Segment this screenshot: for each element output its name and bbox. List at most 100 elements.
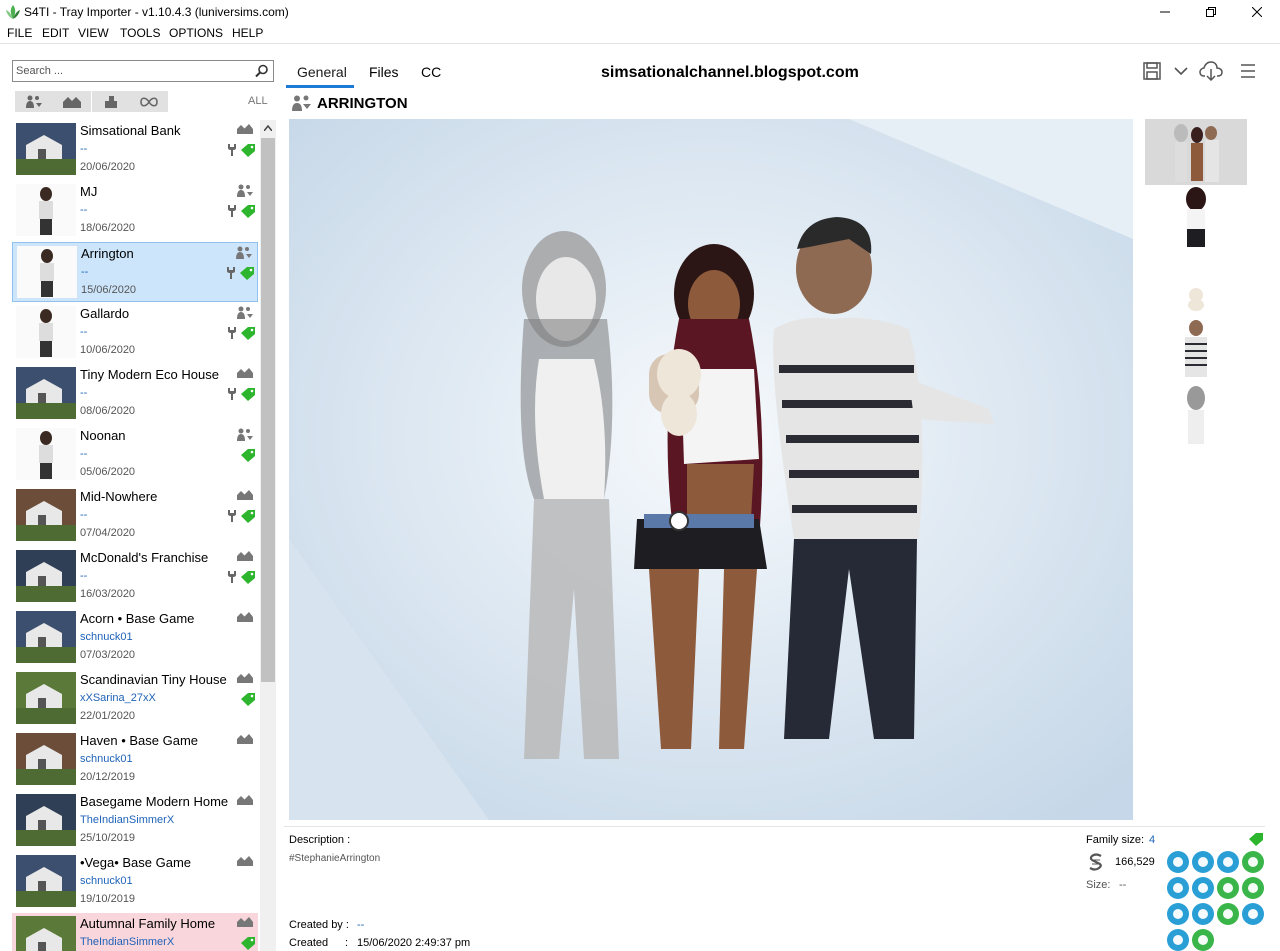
cloud-download-icon[interactable]: [1199, 61, 1223, 81]
thumb-sim-3[interactable]: [1145, 384, 1247, 446]
tray-item-thumbnail: [17, 246, 77, 298]
cc-tag-icon: [1249, 833, 1263, 846]
tray-list-item[interactable]: Mid-Nowhere -- 07/04/2020: [12, 486, 258, 546]
tray-list-item[interactable]: Autumnal Family Home TheIndianSimmerX: [12, 913, 258, 951]
search-box[interactable]: Search ...: [12, 60, 274, 82]
tray-item-date: 18/06/2020: [80, 222, 136, 234]
cc-tag-icon: [241, 449, 255, 462]
household-type-icon: [236, 428, 254, 445]
tray-item-creator[interactable]: --: [80, 326, 87, 338]
rooms-icon: [105, 95, 117, 108]
tray-list-item[interactable]: •Vega• Base Game schnuck01 19/10/2019: [12, 852, 258, 912]
tray-list-item[interactable]: Simsational Bank -- 20/06/2020: [12, 120, 258, 180]
scroll-thumb[interactable]: [261, 138, 275, 682]
tray-list-item[interactable]: Arrington -- 15/06/2020: [12, 242, 258, 302]
simoleon-icon: [1089, 853, 1102, 871]
tray-item-creator[interactable]: --: [80, 143, 87, 155]
title-bar: S4TI - Tray Importer - v1.10.4.3 (lunive…: [0, 0, 1280, 24]
cc-tag-icon: [241, 144, 255, 157]
tray-list-item[interactable]: Haven • Base Game schnuck01 20/12/2019: [12, 730, 258, 790]
filter-all-button[interactable]: [130, 91, 168, 112]
filter-all-label[interactable]: ALL: [248, 95, 268, 107]
save-icon[interactable]: [1142, 61, 1162, 81]
lot-type-icon: [236, 794, 254, 809]
item-status-icons: [240, 692, 256, 706]
sim-thumbnail: [1185, 320, 1207, 377]
family-size-label: Family size:: [1086, 834, 1145, 846]
household-type-icon: [235, 246, 253, 263]
tray-item-creator[interactable]: --: [80, 570, 87, 582]
lotus-pack-icon: [1192, 903, 1214, 925]
menu-help[interactable]: HELP: [232, 26, 263, 40]
thumb-household-group[interactable]: [1145, 119, 1247, 185]
item-status-icons: [225, 266, 255, 280]
tray-item-creator[interactable]: schnuck01: [80, 753, 133, 765]
tools-icon: [228, 388, 236, 400]
tray-list-item[interactable]: Scandinavian Tiny House xXSarina_27xX 22…: [12, 669, 258, 729]
infinity-icon: [140, 96, 158, 107]
tray-item-creator[interactable]: TheIndianSimmerX: [80, 814, 174, 826]
tray-list-item[interactable]: MJ -- 18/06/2020: [12, 181, 258, 241]
tray-item-name: Basegame Modern Home: [80, 794, 229, 809]
filter-lots-button[interactable]: [53, 91, 91, 112]
tray-list-item[interactable]: Gallardo -- 10/06/2020: [12, 303, 258, 363]
item-status-icons: [240, 936, 256, 950]
thumb-sim-1[interactable]: [1145, 187, 1247, 249]
lot-type-icon: [236, 367, 254, 382]
thumb-pet[interactable]: [1145, 283, 1247, 313]
list-scrollbar[interactable]: [260, 120, 276, 951]
cc-tag-icon: [241, 327, 255, 340]
menu-view[interactable]: VIEW: [78, 26, 109, 40]
search-input[interactable]: Search ...: [16, 65, 63, 77]
tray-item-creator[interactable]: schnuck01: [80, 875, 133, 887]
close-button[interactable]: [1234, 0, 1280, 24]
group-pack-icon: [1217, 851, 1239, 873]
search-icon[interactable]: [255, 64, 269, 78]
tray-list-item[interactable]: Basegame Modern Home TheIndianSimmerX 25…: [12, 791, 258, 851]
tray-item-creator[interactable]: --: [80, 509, 87, 521]
tray-list-item[interactable]: Noonan -- 05/06/2020: [12, 425, 258, 485]
tray-item-date: 15/06/2020: [81, 284, 137, 296]
cc-tag-icon: [241, 510, 255, 523]
minimize-button[interactable]: [1142, 0, 1188, 24]
tray-item-name: Arrington: [81, 246, 134, 261]
tray-item-creator[interactable]: --: [80, 387, 87, 399]
tray-item-thumbnail: [16, 428, 76, 480]
tray-item-creator[interactable]: --: [80, 204, 87, 216]
scroll-up-button[interactable]: [260, 120, 276, 136]
tray-item-date: 25/10/2019: [80, 832, 136, 844]
hamburger-menu-icon[interactable]: [1240, 63, 1256, 79]
parenthood-pack-icon: [1217, 877, 1239, 899]
filter-households-button[interactable]: [15, 91, 53, 112]
tray-item-creator[interactable]: schnuck01: [80, 631, 133, 643]
tray-item-thumbnail: [16, 184, 76, 236]
tray-list-item[interactable]: Tiny Modern Eco House -- 08/06/2020: [12, 364, 258, 424]
city-pack-icon: [1167, 877, 1189, 899]
chevron-down-icon[interactable]: [1174, 66, 1188, 76]
menu-tools[interactable]: TOOLS: [120, 26, 160, 40]
tray-item-creator[interactable]: xXSarina_27xX: [80, 692, 156, 704]
menu-options[interactable]: OPTIONS: [169, 26, 223, 40]
cc-tag-icon: [241, 937, 255, 950]
menu-edit[interactable]: EDIT: [42, 26, 69, 40]
tray-item-date: 22/01/2020: [80, 710, 136, 722]
tray-item-name: •Vega• Base Game: [80, 855, 192, 870]
tab-general[interactable]: General: [297, 64, 347, 80]
tray-item-creator[interactable]: --: [80, 448, 87, 460]
lot-type-icon: [236, 916, 254, 931]
tray-list-item[interactable]: McDonald's Franchise -- 16/03/2020: [12, 547, 258, 607]
tray-list-item[interactable]: Acorn • Base Game schnuck01 07/03/2020: [12, 608, 258, 668]
active-tab-indicator: [286, 85, 354, 88]
menu-file[interactable]: FILE: [7, 26, 32, 40]
lot-type-icon: [236, 611, 254, 626]
restore-button[interactable]: [1188, 0, 1234, 24]
household-render: [289, 119, 1133, 820]
thumb-sim-2[interactable]: [1145, 318, 1247, 380]
tray-item-thumbnail: [16, 733, 76, 785]
tray-item-creator[interactable]: TheIndianSimmerX: [80, 936, 174, 948]
filter-rooms-button[interactable]: [92, 91, 130, 112]
tray-item-creator[interactable]: --: [81, 266, 88, 278]
household-icon: [292, 95, 311, 111]
tab-files[interactable]: Files: [369, 64, 399, 80]
tab-cc[interactable]: CC: [421, 64, 441, 80]
